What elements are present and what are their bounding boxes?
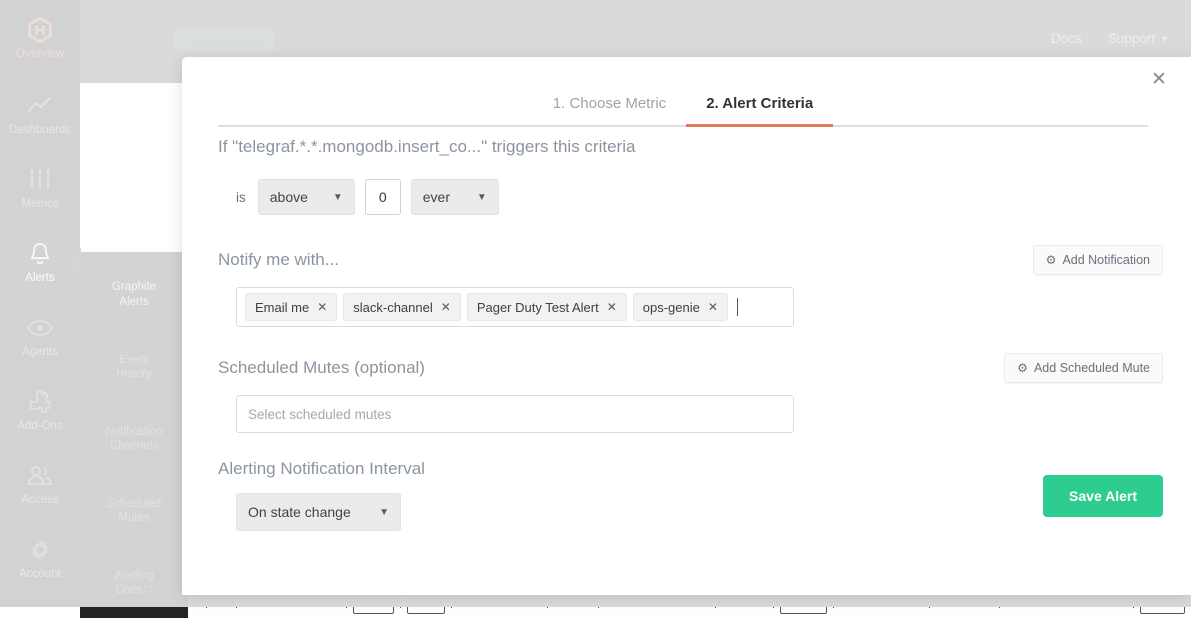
criteria-title: If "telegraf.*.*.mongodb.insert_co..." t… [218,137,636,156]
notify-header-row: Notify me with... ⚙ Add Notification [218,245,1163,275]
tag-chip[interactable]: ops-genie ✕ [632,293,728,321]
scheduled-mutes-input[interactable]: Select scheduled mutes [236,395,794,433]
interval-heading: Alerting Notification Interval [218,459,425,478]
chevron-down-icon: ▼ [379,506,389,518]
close-icon[interactable]: ✕ [607,301,617,313]
tag-label: slack-channel [353,299,433,315]
tab-label: 2. Alert Criteria [706,95,814,112]
criteria-is-label: is [236,189,246,205]
scheduled-mutes-heading: Scheduled Mutes (optional) [218,358,425,377]
modal-tabs: 1. Choose Metric 2. Alert Criteria [218,83,1148,127]
close-icon[interactable]: ✕ [1148,69,1170,91]
chevron-down-icon: ▼ [476,191,487,203]
add-notification-button[interactable]: ⚙ Add Notification [1032,245,1163,275]
tag-label: Email me [255,299,310,315]
close-icon[interactable]: ✕ [317,301,327,313]
text-cursor [736,298,738,316]
tab-label: 1. Choose Metric [552,95,667,112]
tag-chip[interactable]: Email me ✕ [245,293,338,321]
gear-icon: ⚙ [1017,361,1028,375]
notify-heading: Notify me with... [218,250,339,269]
condition-value: above [269,189,308,205]
criteria-row: is above ▼ ever ▼ [218,179,1163,215]
add-scheduled-mute-button[interactable]: ⚙ Add Scheduled Mute [1004,353,1163,383]
interval-select[interactable]: On state change ▼ [236,493,401,531]
tag-label: Pager Duty Test Alert [476,299,599,315]
scheduled-mutes-header-row: Scheduled Mutes (optional) ⚙ Add Schedul… [218,353,1163,383]
add-scheduled-mute-label: Add Scheduled Mute [1033,361,1150,375]
interval-group: Alerting Notification Interval On state … [218,459,425,531]
tag-chip[interactable]: slack-channel ✕ [343,293,461,321]
condition-select[interactable]: above ▼ [257,179,355,215]
tab-choose-metric[interactable]: 1. Choose Metric [533,83,686,125]
add-notification-label: Add Notification [1062,253,1150,267]
tag-chip[interactable]: Pager Duty Test Alert ✕ [466,293,627,321]
save-alert-wrap: Save Alert [1043,459,1163,517]
modal-body: If "telegraf.*.*.mongodb.insert_co..." t… [218,137,1163,531]
tab-alert-criteria[interactable]: 2. Alert Criteria [686,83,834,127]
notification-tags-input[interactable]: Email me ✕ slack-channel ✕ Pager Duty Te… [236,287,794,327]
save-alert-button[interactable]: Save Alert [1043,475,1163,517]
scheduled-mutes-placeholder: Select scheduled mutes [248,406,392,422]
alert-criteria-modal: 1. Choose Metric 2. Alert Criteria If "t… [182,57,1191,595]
tag-label: ops-genie [642,299,700,315]
close-icon[interactable]: ✕ [708,301,718,313]
chevron-down-icon: ▼ [332,191,343,203]
duration-value: ever [422,189,450,205]
gear-icon: ⚙ [1045,253,1057,267]
close-icon[interactable]: ✕ [441,301,451,313]
interval-row: Alerting Notification Interval On state … [218,459,1163,531]
duration-select[interactable]: ever ▼ [410,179,499,215]
interval-value: On state change [248,504,351,520]
threshold-input[interactable] [364,179,401,215]
